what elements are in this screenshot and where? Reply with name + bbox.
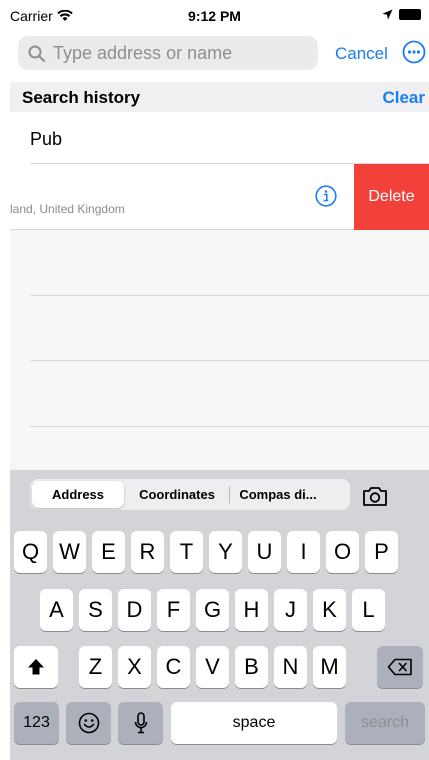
empty-list-area <box>10 230 429 470</box>
key-k[interactable]: K <box>313 589 346 631</box>
key-r[interactable]: R <box>131 531 164 573</box>
info-icon[interactable] <box>315 185 337 207</box>
history-item-title: Pub <box>30 129 63 149</box>
key-a[interactable]: A <box>40 589 73 631</box>
key-p[interactable]: P <box>365 531 398 573</box>
key-n[interactable]: N <box>274 646 307 688</box>
key-e[interactable]: E <box>92 531 125 573</box>
key-g[interactable]: G <box>196 589 229 631</box>
key-m[interactable]: M <box>313 646 346 688</box>
emoji-key[interactable] <box>66 702 111 744</box>
input-mode-bar: Address Coordinates Compas di... <box>10 470 429 520</box>
numbers-key[interactable]: 123 <box>14 702 59 744</box>
keyboard: Q W E R T Y U I O P A S D F G H J K L Z … <box>10 520 429 760</box>
key-d[interactable]: D <box>118 589 151 631</box>
key-o[interactable]: O <box>326 531 359 573</box>
key-s[interactable]: S <box>79 589 112 631</box>
key-x[interactable]: X <box>118 646 151 688</box>
history-item[interactable]: Pub <box>10 112 429 164</box>
search-input[interactable] <box>53 42 303 64</box>
search-bar: Cancel <box>0 30 429 80</box>
key-v[interactable]: V <box>196 646 229 688</box>
segment-address[interactable]: Address <box>32 481 124 508</box>
shift-key[interactable] <box>14 646 58 688</box>
key-c[interactable]: C <box>157 646 190 688</box>
search-history-header: Search history Clear <box>10 82 429 112</box>
key-q[interactable]: Q <box>14 531 47 573</box>
battery-icon <box>399 9 421 20</box>
search-icon <box>28 45 45 62</box>
more-options-icon[interactable] <box>402 40 426 64</box>
key-i[interactable]: I <box>287 531 320 573</box>
key-t[interactable]: T <box>170 531 203 573</box>
key-y[interactable]: Y <box>209 531 242 573</box>
key-z[interactable]: Z <box>79 646 112 688</box>
search-history-title: Search history <box>22 88 141 107</box>
backspace-key[interactable] <box>377 646 423 688</box>
history-item-swiped[interactable]: land, United Kingdom Delete <box>10 164 429 230</box>
delete-button[interactable]: Delete <box>354 164 429 230</box>
status-time: 9:12 PM <box>188 8 241 24</box>
segment-compass-distance[interactable]: Compas di... <box>230 479 326 510</box>
row-separator <box>30 295 429 296</box>
row-separator <box>30 426 429 427</box>
search-field[interactable] <box>18 36 318 70</box>
key-l[interactable]: L <box>352 589 385 631</box>
input-mode-segmented-control: Address Coordinates Compas di... <box>30 479 350 510</box>
row-separator <box>30 360 429 361</box>
status-bar: Carrier 9:12 PM <box>0 0 429 30</box>
clear-history-button[interactable]: Clear <box>382 88 425 108</box>
emoji-icon <box>78 712 99 734</box>
location-arrow-icon <box>382 9 393 20</box>
shift-icon <box>28 659 44 675</box>
key-u[interactable]: U <box>248 531 281 573</box>
dictation-key[interactable] <box>118 702 163 744</box>
key-j[interactable]: J <box>274 589 307 631</box>
cancel-button[interactable]: Cancel <box>335 44 388 64</box>
search-key[interactable]: search <box>345 702 425 744</box>
key-f[interactable]: F <box>157 589 190 631</box>
key-w[interactable]: W <box>53 531 86 573</box>
segment-coordinates[interactable]: Coordinates <box>126 479 228 510</box>
backspace-icon <box>387 658 412 676</box>
camera-icon[interactable] <box>362 485 388 507</box>
status-right <box>382 9 421 20</box>
key-b[interactable]: B <box>235 646 268 688</box>
space-key[interactable]: space <box>171 702 337 744</box>
microphone-icon <box>134 712 147 734</box>
history-item-subtitle: land, United Kingdom <box>10 202 125 216</box>
key-h[interactable]: H <box>235 589 268 631</box>
